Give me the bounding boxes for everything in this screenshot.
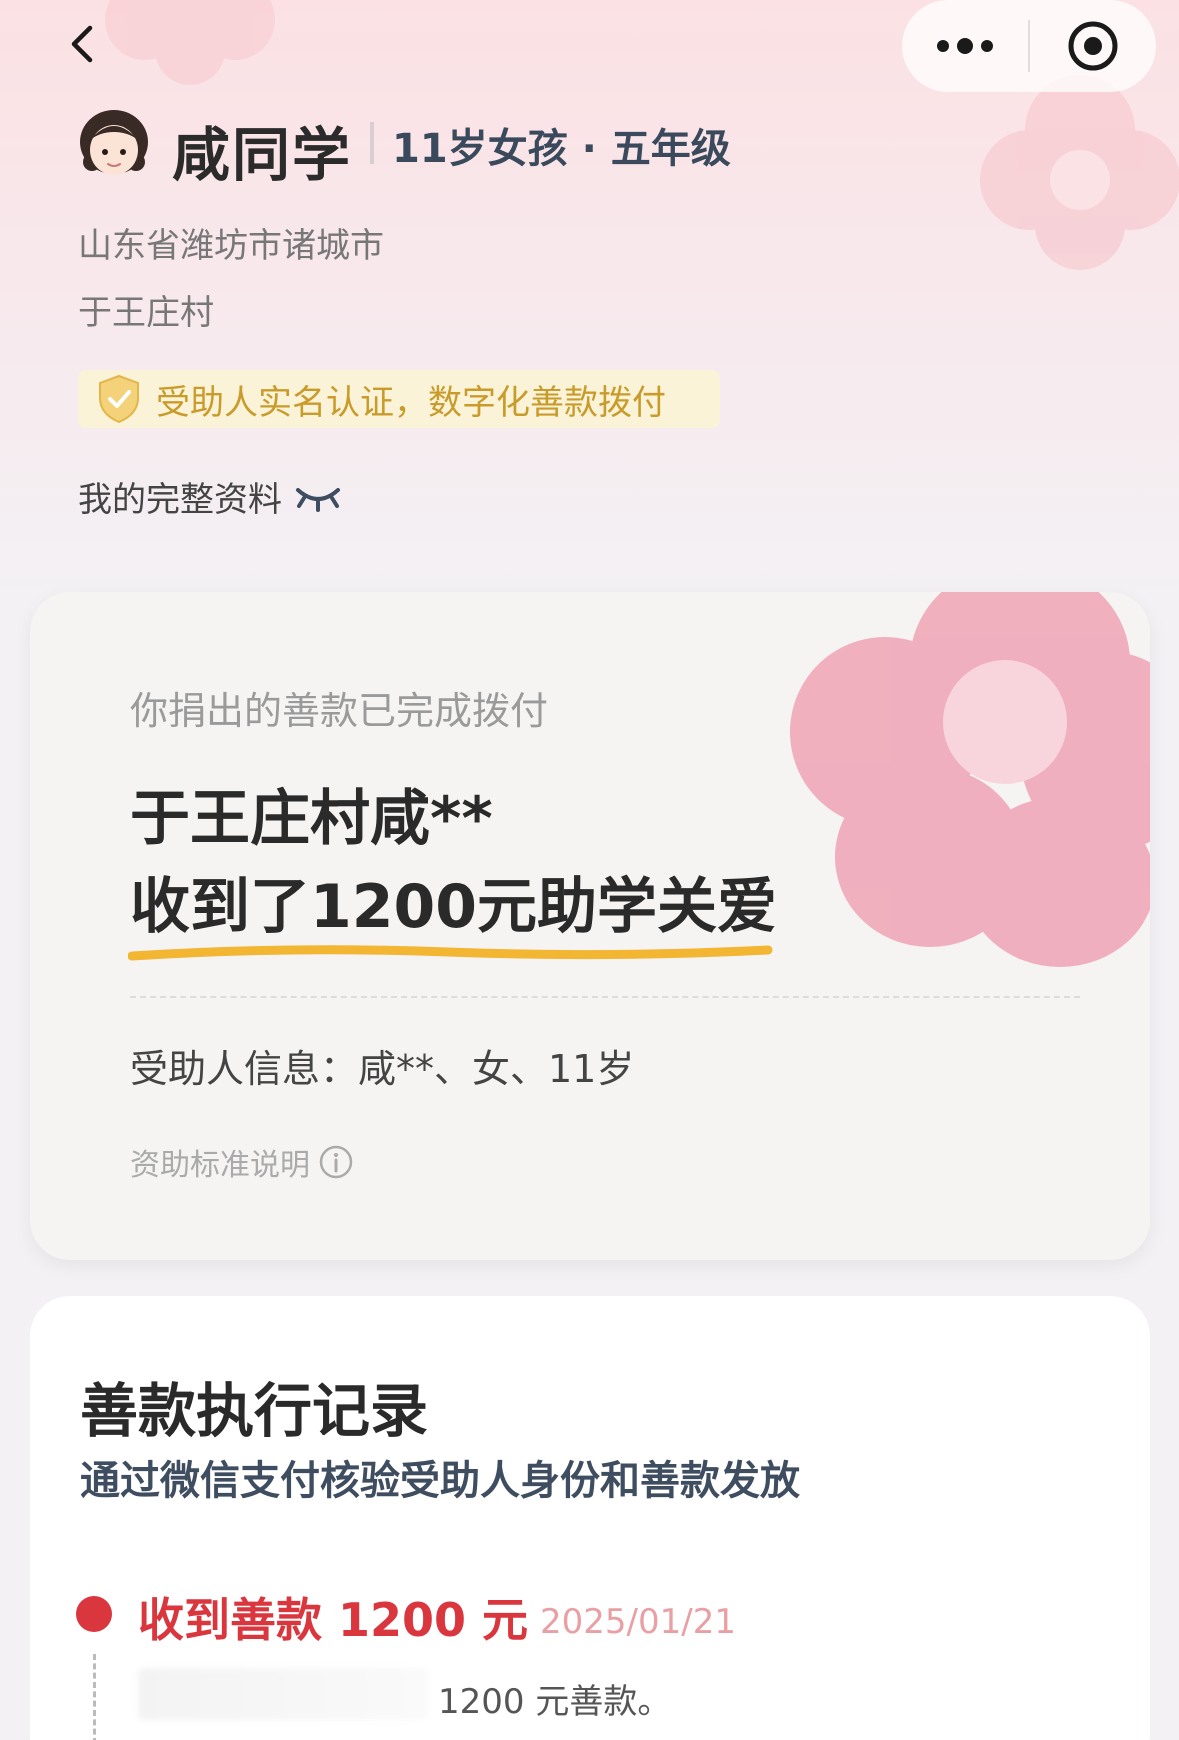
timeline-line: [93, 1654, 96, 1740]
records-subtitle: 通过微信支付核验受助人身份和善款发放: [80, 1458, 800, 1504]
child-name: 咸同学: [172, 121, 353, 189]
verify-text: 受助人实名认证，数字化善款拨付: [156, 382, 666, 423]
back-button[interactable]: [62, 22, 106, 66]
full-profile-link[interactable]: 我的完整资料: [78, 472, 342, 521]
donation-card: 你捐出的善款已完成拨付 于王庄村咸** 收到了1200元助学关爱 受助人信息：咸…: [30, 592, 1150, 1260]
funding-standard-link[interactable]: 资助标准说明: [130, 1140, 354, 1184]
child-age-grade: 11岁女孩 · 五年级: [392, 126, 731, 172]
record-blurred-text: [138, 1668, 428, 1720]
close-target-icon: [1068, 21, 1118, 71]
close-button[interactable]: [1030, 0, 1156, 92]
funding-standard-label: 资助标准说明: [130, 1148, 310, 1183]
miniprogram-capsule: [902, 0, 1156, 92]
record-description: 1200 元善款。: [438, 1682, 672, 1722]
name-separator: [370, 122, 374, 164]
back-icon: [71, 25, 93, 63]
records-title: 善款执行记录: [80, 1377, 429, 1445]
recipient-info: 受助人信息：咸**、女、11岁: [130, 1047, 635, 1091]
donation-headline-line2: 收到了1200元助学关爱: [130, 872, 777, 942]
donation-subtitle: 你捐出的善款已完成拨付: [130, 689, 549, 733]
decor-flower-top: [105, 0, 275, 85]
record-date: 2025/01/21: [540, 1602, 736, 1642]
full-profile-label: 我的完整资料: [78, 480, 282, 520]
verify-badge: 受助人实名认证，数字化善款拨付: [78, 370, 720, 428]
decor-flower-card: [790, 592, 1150, 967]
record-title: 收到善款 1200 元: [138, 1593, 529, 1647]
timeline-dot: [76, 1596, 112, 1632]
address-line1: 山东省潍坊市诸城市: [78, 226, 384, 266]
highlight-underline: [128, 945, 773, 961]
address-line2: 于王庄村: [78, 293, 214, 333]
more-icon: [937, 38, 993, 54]
card-divider: [130, 996, 1080, 998]
info-icon: [319, 1145, 353, 1179]
shield-check-icon: [99, 374, 139, 424]
decor-flower-right: [980, 75, 1179, 270]
records-card: 善款执行记录 通过微信支付核验受助人身份和善款发放 收到善款 1200 元 20…: [30, 1296, 1150, 1740]
more-button[interactable]: [902, 0, 1028, 92]
eye-closed-icon: [296, 487, 340, 512]
avatar-girl-icon: [80, 110, 148, 175]
donation-headline-line1: 于王庄村咸**: [130, 784, 493, 854]
